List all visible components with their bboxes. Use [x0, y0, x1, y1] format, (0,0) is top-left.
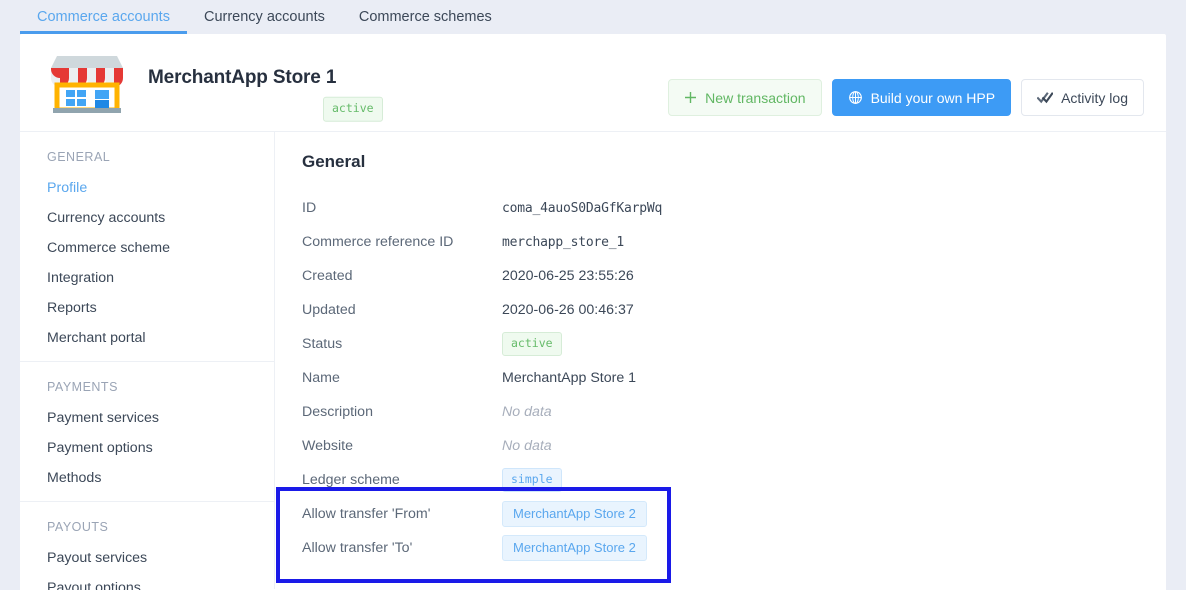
sidebar-heading-payouts: PAYOUTS: [47, 520, 109, 534]
tab-commerce-accounts[interactable]: Commerce accounts: [20, 0, 187, 34]
new-transaction-button[interactable]: New transaction: [668, 79, 822, 116]
row-value-commerce-reference-id: merchapp_store_1: [502, 234, 625, 250]
account-header: MerchantApp Store 1 active New transacti…: [20, 34, 1166, 132]
detail-row-description: Description No data: [302, 395, 1166, 429]
row-label: Website: [302, 438, 353, 454]
main-panel: General ID coma_4auoS0DaGfKarpWq Commerc…: [275, 132, 1166, 589]
row-label: Status: [302, 336, 343, 352]
globe-crosshair-icon: [848, 90, 863, 105]
sidebar-item-merchant-portal[interactable]: Merchant portal: [20, 323, 274, 353]
row-label: Name: [302, 370, 340, 386]
row-label: ID: [302, 200, 317, 216]
tab-label: Currency accounts: [203, 9, 325, 25]
detail-row-ledger-scheme: Ledger scheme simple: [302, 463, 1166, 497]
sidebar-item-currency-accounts[interactable]: Currency accounts: [20, 203, 274, 233]
sidebar-heading-payments: PAYMENTS: [47, 380, 118, 394]
plus-icon: [684, 91, 697, 104]
row-value-description: No data: [502, 404, 552, 420]
allow-transfer-from-link[interactable]: MerchantApp Store 2: [502, 501, 647, 527]
row-value-allow-transfer-from: MerchantApp Store 2: [502, 501, 647, 527]
detail-row-name: Name MerchantApp Store 1: [302, 361, 1166, 395]
row-value-allow-transfer-to: MerchantApp Store 2: [502, 535, 647, 561]
row-label: Allow transfer 'From': [302, 506, 431, 522]
row-label: Allow transfer 'To': [302, 540, 413, 556]
ledger-scheme-badge: simple: [502, 467, 562, 493]
sidebar-heading-general: GENERAL: [47, 150, 111, 164]
content-body: GENERAL Profile Currency accounts Commer…: [20, 132, 1166, 590]
activity-log-label: Activity log: [1061, 89, 1128, 106]
detail-row-updated: Updated 2020-06-26 00:46:37: [302, 293, 1166, 327]
row-label: Updated: [302, 302, 356, 318]
sidebar-item-profile[interactable]: Profile: [20, 173, 274, 203]
detail-row-allow-transfer-to: Allow transfer 'To' MerchantApp Store 2: [302, 531, 1166, 565]
header-actions: New transaction Build your own HPP Activ…: [668, 79, 1144, 116]
row-value-updated: 2020-06-26 00:46:37: [502, 302, 634, 318]
sidebar-item-integration[interactable]: Integration: [20, 263, 274, 293]
new-transaction-label: New transaction: [705, 89, 806, 106]
section-title-general: General: [302, 152, 366, 171]
row-label: Commerce reference ID: [302, 234, 454, 250]
activity-log-button[interactable]: Activity log: [1021, 79, 1144, 116]
detail-row-created: Created 2020-06-25 23:55:26: [302, 259, 1166, 293]
row-value-name: MerchantApp Store 1: [502, 370, 637, 386]
row-value-website: No data: [502, 438, 552, 454]
tab-label: Commerce schemes: [358, 9, 492, 25]
row-value-id: coma_4auoS0DaGfKarpWq: [502, 200, 663, 216]
sidebar-group-general: GENERAL Profile Currency accounts Commer…: [20, 132, 274, 362]
app-root: Commerce accounts Currency accounts Comm…: [0, 0, 1186, 590]
sidebar-item-payment-services[interactable]: Payment services: [20, 403, 274, 433]
sidebar-item-methods[interactable]: Methods: [20, 463, 274, 493]
build-hpp-label: Build your own HPP: [870, 89, 996, 106]
detail-row-website: Website No data: [302, 429, 1166, 463]
sidebar-item-reports[interactable]: Reports: [20, 293, 274, 323]
allow-transfer-to-link[interactable]: MerchantApp Store 2: [502, 535, 647, 561]
top-tabbar: Commerce accounts Currency accounts Comm…: [0, 0, 1186, 34]
row-value-ledger-scheme: simple: [502, 467, 562, 493]
store-icon: [44, 52, 130, 114]
sidebar-group-payments: PAYMENTS Payment services Payment option…: [20, 362, 274, 502]
sidebar-item-commerce-scheme[interactable]: Commerce scheme: [20, 233, 274, 263]
detail-row-id: ID coma_4auoS0DaGfKarpWq: [302, 191, 1166, 225]
status-badge-header: active: [323, 96, 383, 122]
tab-currency-accounts[interactable]: Currency accounts: [187, 0, 342, 34]
row-value-status: active: [502, 331, 562, 357]
row-value-created: 2020-06-25 23:55:26: [502, 268, 634, 284]
content-card: MerchantApp Store 1 active New transacti…: [20, 34, 1166, 590]
detail-row-commerce-reference-id: Commerce reference ID merchapp_store_1: [302, 225, 1166, 259]
tab-commerce-schemes[interactable]: Commerce schemes: [342, 0, 509, 34]
row-label: Description: [302, 404, 373, 420]
sidebar-item-payout-services[interactable]: Payout services: [20, 543, 274, 573]
sidebar-item-payment-options[interactable]: Payment options: [20, 433, 274, 463]
detail-row-allow-transfer-from: Allow transfer 'From' MerchantApp Store …: [302, 497, 1166, 531]
tab-label: Commerce accounts: [37, 9, 170, 25]
row-label: Created: [302, 268, 353, 284]
sidebar-group-payouts: PAYOUTS Payout services Payout options: [20, 502, 274, 590]
double-check-icon: [1037, 91, 1054, 104]
build-hpp-button[interactable]: Build your own HPP: [831, 79, 1012, 116]
status-badge-label: active: [323, 96, 383, 122]
row-label: Ledger scheme: [302, 472, 400, 488]
detail-row-status: Status active: [302, 327, 1166, 361]
page-title: MerchantApp Store 1: [148, 67, 337, 88]
sidebar: GENERAL Profile Currency accounts Commer…: [20, 132, 275, 590]
sidebar-item-payout-options[interactable]: Payout options: [20, 573, 274, 590]
status-badge: active: [502, 331, 562, 357]
